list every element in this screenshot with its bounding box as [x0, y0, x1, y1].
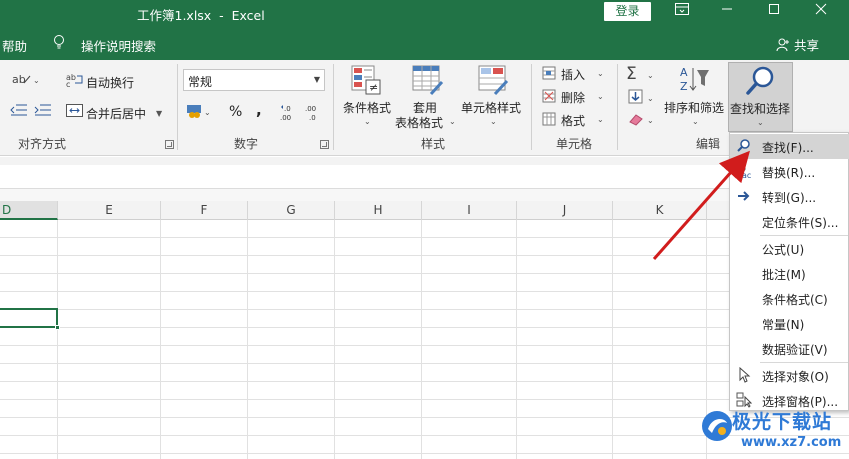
watermark: 极光下载站 www.xz7.com — [700, 405, 849, 459]
watermark-logo-icon — [702, 411, 732, 441]
watermark-url: www.xz7.com — [741, 435, 842, 450]
watermark-name: 极光下载站 — [732, 411, 833, 433]
annotation-arrow — [652, 150, 750, 260]
